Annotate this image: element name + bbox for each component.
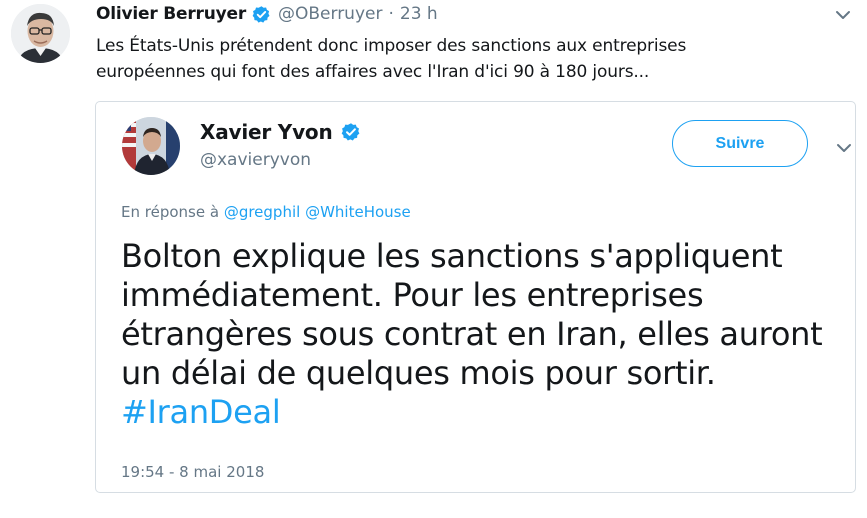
quoted-text-line: immédiatement. Pour les entreprises	[121, 276, 704, 314]
quoted-tweet-card[interactable]: Xavier Yvon @xavieryvon Suivre En répons…	[95, 101, 856, 493]
reply-context: En réponse à @gregphil @WhiteHouse	[121, 203, 411, 221]
reply-prefix: En réponse à	[121, 203, 220, 221]
verified-badge-icon	[341, 122, 361, 142]
separator-dot: ·	[388, 4, 394, 24]
chevron-down-icon[interactable]	[835, 6, 851, 19]
author-name[interactable]: Olivier Berruyer	[96, 4, 246, 24]
tweet-text: Les États-Unis prétendent donc imposer d…	[96, 33, 816, 85]
tweet-text-line: Les États-Unis prétendent donc imposer d…	[96, 36, 687, 56]
quoted-author-handle[interactable]: @xavieryvon	[200, 150, 311, 170]
author-handle[interactable]: @OBerruyer	[278, 4, 382, 24]
follow-button[interactable]: Suivre	[672, 120, 808, 167]
tweet-time[interactable]: 23 h	[400, 4, 438, 24]
quoted-timestamp[interactable]: 19:54 - 8 mai 2018	[121, 463, 264, 481]
quoted-author-row: Xavier Yvon	[200, 120, 361, 144]
tweet-header: Olivier Berruyer @OBerruyer · 23 h	[96, 2, 438, 26]
author-avatar[interactable]	[11, 4, 70, 63]
quoted-text-line: Bolton explique les sanctions s'applique…	[121, 237, 783, 275]
quoted-text-line: un délai de quelques mois pour sortir.	[121, 354, 716, 392]
quoted-author-name[interactable]: Xavier Yvon	[200, 120, 333, 144]
quoted-tweet-text: Bolton explique les sanctions s'applique…	[121, 237, 851, 432]
quoted-author-avatar-image	[122, 117, 180, 175]
hashtag-link[interactable]: #IranDeal	[121, 393, 281, 431]
author-avatar-image	[11, 4, 70, 63]
tweet: Olivier Berruyer @OBerruyer · 23 h Les É…	[0, 0, 867, 518]
reply-mention-link[interactable]: @gregphil	[224, 203, 300, 221]
reply-mention-link[interactable]: @WhiteHouse	[305, 203, 411, 221]
verified-badge-icon	[252, 5, 271, 24]
quoted-text-line: étrangères sous contrat en Iran, elles a…	[121, 315, 823, 353]
tweet-text-line: européennes qui font des affaires avec l…	[96, 62, 650, 82]
chevron-down-icon[interactable]	[836, 139, 852, 152]
quoted-author-avatar[interactable]	[122, 117, 180, 175]
